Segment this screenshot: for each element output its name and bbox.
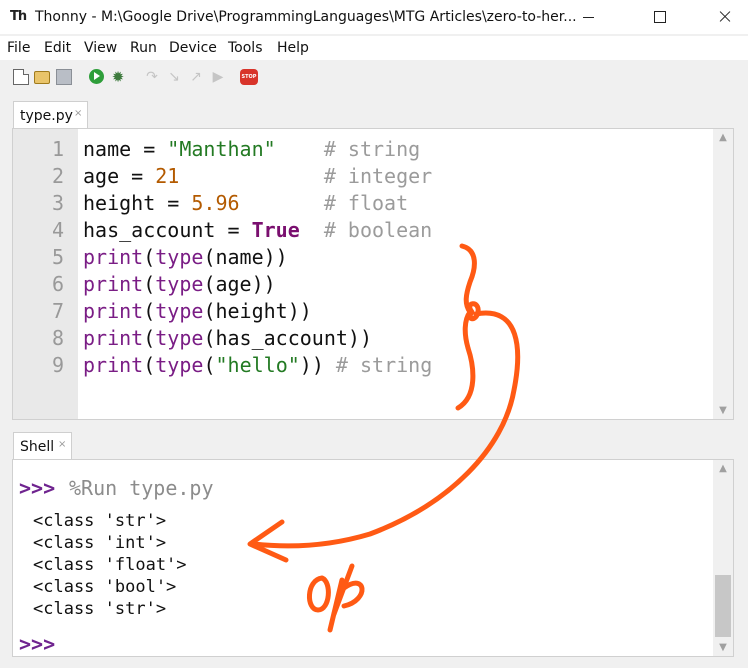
menu-help[interactable]: Help bbox=[277, 40, 309, 56]
line-number: 7 bbox=[51, 299, 64, 323]
shell-output-line: <class 'bool'> bbox=[33, 577, 177, 597]
code-line-7: print(type(height)) bbox=[83, 299, 312, 323]
line-number-gutter: 1 2 3 4 5 6 7 8 9 bbox=[13, 129, 78, 419]
shell-output-line: <class 'str'> bbox=[33, 599, 167, 619]
shell-prompt: >>> bbox=[19, 476, 56, 500]
line-number: 5 bbox=[51, 245, 64, 269]
scroll-down-icon[interactable]: ▼ bbox=[713, 405, 733, 416]
tab-label: type.py bbox=[20, 108, 73, 124]
step-over-icon[interactable]: ↷ bbox=[144, 69, 160, 85]
run-icon[interactable] bbox=[89, 69, 104, 84]
tab-type-py[interactable]: type.py × bbox=[13, 101, 88, 128]
code-line-3: height = 5.96 # float bbox=[83, 191, 409, 215]
step-into-icon[interactable]: ↘ bbox=[166, 69, 182, 85]
save-icon[interactable] bbox=[56, 69, 72, 85]
code-editor[interactable]: 1 2 3 4 5 6 7 8 9 name = "Manthan" # str… bbox=[12, 128, 734, 420]
toolbar: ✹ ↷ ↘ ↗ ▶ STOP bbox=[0, 62, 748, 92]
code-line-1: name = "Manthan" # string bbox=[83, 137, 421, 161]
code-line-8: print(type(has_account)) bbox=[83, 326, 373, 350]
shell-output-line: <class 'str'> bbox=[33, 511, 167, 531]
title-bar[interactable]: Th Thonny - M:\Google Drive\ProgrammingL… bbox=[0, 0, 748, 34]
new-file-icon[interactable] bbox=[13, 69, 29, 85]
shell-input-prompt[interactable]: >>> bbox=[19, 632, 55, 656]
menu-bar: File Edit View Run Device Tools Help bbox=[0, 36, 748, 60]
resume-icon[interactable]: ▶ bbox=[210, 69, 226, 85]
shell-output-line: <class 'float'> bbox=[33, 555, 187, 575]
tab-shell[interactable]: Shell × bbox=[13, 432, 72, 459]
menu-edit[interactable]: Edit bbox=[44, 40, 71, 56]
line-number: 1 bbox=[51, 137, 64, 161]
thonny-logo-icon: Th bbox=[10, 9, 27, 24]
open-folder-icon[interactable] bbox=[34, 71, 50, 84]
shell-output-line: <class 'int'> bbox=[33, 533, 167, 553]
menu-file[interactable]: File bbox=[7, 40, 30, 56]
menu-run[interactable]: Run bbox=[130, 40, 157, 56]
scroll-up-icon[interactable]: ▲ bbox=[713, 132, 733, 143]
shell-scroll-thumb[interactable] bbox=[715, 575, 731, 637]
menu-tools[interactable]: Tools bbox=[228, 40, 263, 56]
editor-scrollbar[interactable]: ▲ ▼ bbox=[713, 129, 733, 419]
maximize-button[interactable] bbox=[636, 0, 682, 34]
line-number: 6 bbox=[51, 272, 64, 296]
code-line-6: print(type(age)) bbox=[83, 272, 276, 296]
step-out-icon[interactable]: ↗ bbox=[188, 69, 204, 85]
shell-scrollbar[interactable]: ▲ ▼ bbox=[713, 460, 733, 656]
shell-run-command: %Run type.py bbox=[69, 476, 214, 500]
close-window-button[interactable] bbox=[702, 0, 748, 34]
menu-device[interactable]: Device bbox=[169, 40, 217, 56]
line-number: 2 bbox=[51, 164, 64, 188]
code-line-4: has_account = True # boolean bbox=[83, 218, 433, 242]
minimize-button[interactable] bbox=[566, 0, 612, 34]
line-number: 8 bbox=[51, 326, 64, 350]
code-line-9: print(type("hello")) # string bbox=[83, 353, 433, 377]
line-number: 9 bbox=[51, 353, 64, 377]
shell-console[interactable]: >>> %Run type.py <class 'str'> <class 'i… bbox=[12, 459, 734, 657]
tab-label: Shell bbox=[20, 439, 55, 455]
code-line-2: age = 21 # integer bbox=[83, 164, 433, 188]
close-tab-icon[interactable]: × bbox=[74, 108, 82, 119]
scroll-down-icon[interactable]: ▼ bbox=[713, 642, 733, 653]
window-title: Thonny - M:\Google Drive\ProgrammingLang… bbox=[35, 9, 577, 25]
line-number: 3 bbox=[51, 191, 64, 215]
line-number: 4 bbox=[51, 218, 64, 242]
scroll-up-icon[interactable]: ▲ bbox=[713, 463, 733, 474]
debug-icon[interactable]: ✹ bbox=[110, 69, 126, 85]
menu-view[interactable]: View bbox=[84, 40, 117, 56]
code-line-5: print(type(name)) bbox=[83, 245, 288, 269]
close-tab-icon[interactable]: × bbox=[58, 439, 66, 450]
stop-icon[interactable]: STOP bbox=[240, 69, 258, 85]
